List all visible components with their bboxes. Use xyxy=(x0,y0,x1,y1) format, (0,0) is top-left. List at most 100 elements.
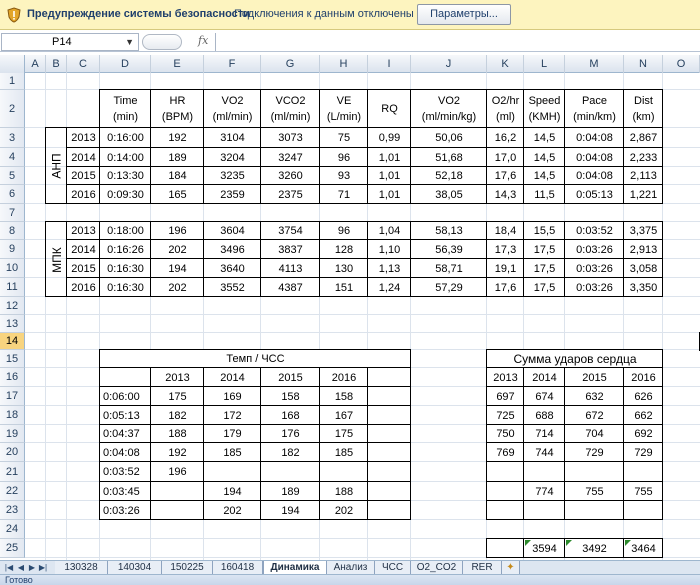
heartbeat-sum-cell[interactable]: 672 xyxy=(565,406,624,425)
prev-sheet-icon[interactable]: ◀ xyxy=(16,562,26,574)
vo2-cell[interactable]: 3104 xyxy=(204,128,261,148)
heartbeat-sum-cell[interactable]: 744 xyxy=(524,443,565,462)
pace-cell[interactable]: 0:03:52 xyxy=(565,222,624,240)
vco2-cell[interactable]: 3754 xyxy=(261,222,320,240)
table-title[interactable]: Темп / ЧСС xyxy=(100,350,411,368)
dist-cell[interactable]: 3,058 xyxy=(624,259,663,278)
sheet-tab-4[interactable]: 160418 xyxy=(213,561,263,575)
heartbeat-sum-cell[interactable] xyxy=(565,462,624,482)
hr-cell[interactable]: 158 xyxy=(320,387,368,406)
heartbeat-sum-cell[interactable] xyxy=(565,501,624,520)
vo2-cell[interactable]: 3552 xyxy=(204,278,261,297)
hr-cell[interactable]: 188 xyxy=(151,425,204,443)
column-title[interactable]: Time (min) xyxy=(100,90,151,128)
hr-cell[interactable]: 158 xyxy=(261,387,320,406)
sheet-tab-1[interactable]: 130328 xyxy=(55,561,108,575)
speed-cell[interactable]: 17,5 xyxy=(524,240,565,259)
pace-cell[interactable]: 0:04:08 xyxy=(565,128,624,148)
vo2kg-cell[interactable]: 56,39 xyxy=(411,240,487,259)
heartbeat-sum-cell[interactable]: 755 xyxy=(624,482,663,501)
hr-cell[interactable]: 182 xyxy=(261,443,320,462)
column-header-m[interactable]: M xyxy=(565,55,624,73)
heartbeat-sum-cell[interactable] xyxy=(524,501,565,520)
year-cell[interactable]: 2015 xyxy=(67,167,100,185)
pace-cell[interactable]: 0:03:45 xyxy=(100,482,151,501)
vo2kg-cell[interactable]: 58,13 xyxy=(411,222,487,240)
column-header-i[interactable]: I xyxy=(368,55,411,73)
row-header-19[interactable]: 19 xyxy=(0,425,25,443)
year-cell[interactable]: 2016 xyxy=(67,185,100,204)
column-header-j[interactable]: J xyxy=(411,55,487,73)
insert-sheet-icon[interactable]: ✦ xyxy=(502,561,520,575)
hr-cell[interactable] xyxy=(320,462,368,482)
vo2kg-cell[interactable]: 51,68 xyxy=(411,148,487,167)
row-header-12[interactable]: 12 xyxy=(0,297,25,315)
time-cell[interactable]: 0:16:00 xyxy=(100,128,151,148)
column-header-e[interactable]: E xyxy=(151,55,204,73)
column-header-o[interactable]: O xyxy=(663,55,700,73)
vco2-cell[interactable]: 4387 xyxy=(261,278,320,297)
ve-cell[interactable]: 75 xyxy=(320,128,368,148)
row-header-17[interactable]: 17 xyxy=(0,387,25,406)
heartbeat-sum-cell[interactable] xyxy=(487,462,524,482)
table-title[interactable]: Сумма ударов сердца xyxy=(487,350,663,368)
column-header-b[interactable]: B xyxy=(46,55,67,73)
hr-cell[interactable]: 189 xyxy=(261,482,320,501)
vo2kg-cell[interactable]: 52,18 xyxy=(411,167,487,185)
hr-cell[interactable]: 169 xyxy=(204,387,261,406)
hr-cell[interactable]: 172 xyxy=(204,406,261,425)
vo2-cell[interactable]: 3204 xyxy=(204,148,261,167)
year-cell[interactable]: 2013 xyxy=(67,128,100,148)
row-header-16[interactable]: 16 xyxy=(0,368,25,387)
empty-cell[interactable] xyxy=(368,462,411,482)
heartbeat-sum-cell[interactable]: 755 xyxy=(565,482,624,501)
rq-cell[interactable]: 0,99 xyxy=(368,128,411,148)
row-header-14[interactable]: 14 xyxy=(0,333,25,350)
row-header-7[interactable]: 7 xyxy=(0,204,25,222)
hr-cell[interactable]: 194 xyxy=(204,482,261,501)
speed-cell[interactable]: 17,5 xyxy=(524,259,565,278)
o2hr-cell[interactable]: 18,4 xyxy=(487,222,524,240)
column-title[interactable]: RQ xyxy=(368,90,411,128)
rq-cell[interactable]: 1,04 xyxy=(368,222,411,240)
column-header-d[interactable]: D xyxy=(100,55,151,73)
pace-cell[interactable]: 0:05:13 xyxy=(100,406,151,425)
row-header-1[interactable]: 1 xyxy=(0,73,25,90)
time-cell[interactable]: 0:18:00 xyxy=(100,222,151,240)
time-cell[interactable]: 0:13:30 xyxy=(100,167,151,185)
row-header-5[interactable]: 5 xyxy=(0,167,25,185)
year-cell[interactable]: 2016 xyxy=(67,278,100,297)
vo2kg-cell[interactable]: 50,06 xyxy=(411,128,487,148)
vo2-cell[interactable]: 3235 xyxy=(204,167,261,185)
heartbeat-sum-cell[interactable]: 725 xyxy=(487,406,524,425)
column-title[interactable]: Pace (min/km) xyxy=(565,90,624,128)
time-cell[interactable]: 0:16:30 xyxy=(100,278,151,297)
column-title[interactable]: Speed (KMH) xyxy=(524,90,565,128)
column-title[interactable]: VE (L/min) xyxy=(320,90,368,128)
total-cell[interactable] xyxy=(487,539,524,558)
name-box[interactable]: P14 ▼ xyxy=(1,33,139,51)
column-title[interactable]: VCO2 (ml/min) xyxy=(261,90,320,128)
ve-cell[interactable]: 151 xyxy=(320,278,368,297)
heartbeat-sum-cell[interactable]: 729 xyxy=(624,443,663,462)
column-header-h[interactable]: H xyxy=(320,55,368,73)
heartbeat-sum-cell[interactable]: 674 xyxy=(524,387,565,406)
formula-bar-expand-button[interactable] xyxy=(142,34,182,50)
vo2-cell[interactable]: 3604 xyxy=(204,222,261,240)
row-header-22[interactable]: 22 xyxy=(0,482,25,501)
options-button[interactable]: Параметры... xyxy=(417,4,511,25)
year-cell[interactable]: 2013 xyxy=(67,222,100,240)
year-header[interactable]: 2014 xyxy=(524,368,565,387)
hr-cell[interactable] xyxy=(204,462,261,482)
column-title[interactable]: VO2 (ml/min) xyxy=(204,90,261,128)
time-cell[interactable]: 0:16:26 xyxy=(100,240,151,259)
vco2-cell[interactable]: 4113 xyxy=(261,259,320,278)
heartbeat-sum-cell[interactable]: 729 xyxy=(565,443,624,462)
empty-cell[interactable] xyxy=(368,482,411,501)
hr-cell[interactable]: 202 xyxy=(151,278,204,297)
ve-cell[interactable]: 128 xyxy=(320,240,368,259)
dist-cell[interactable]: 2,113 xyxy=(624,167,663,185)
rq-cell[interactable]: 1,01 xyxy=(368,167,411,185)
rq-cell[interactable]: 1,01 xyxy=(368,148,411,167)
o2hr-cell[interactable]: 17,6 xyxy=(487,167,524,185)
